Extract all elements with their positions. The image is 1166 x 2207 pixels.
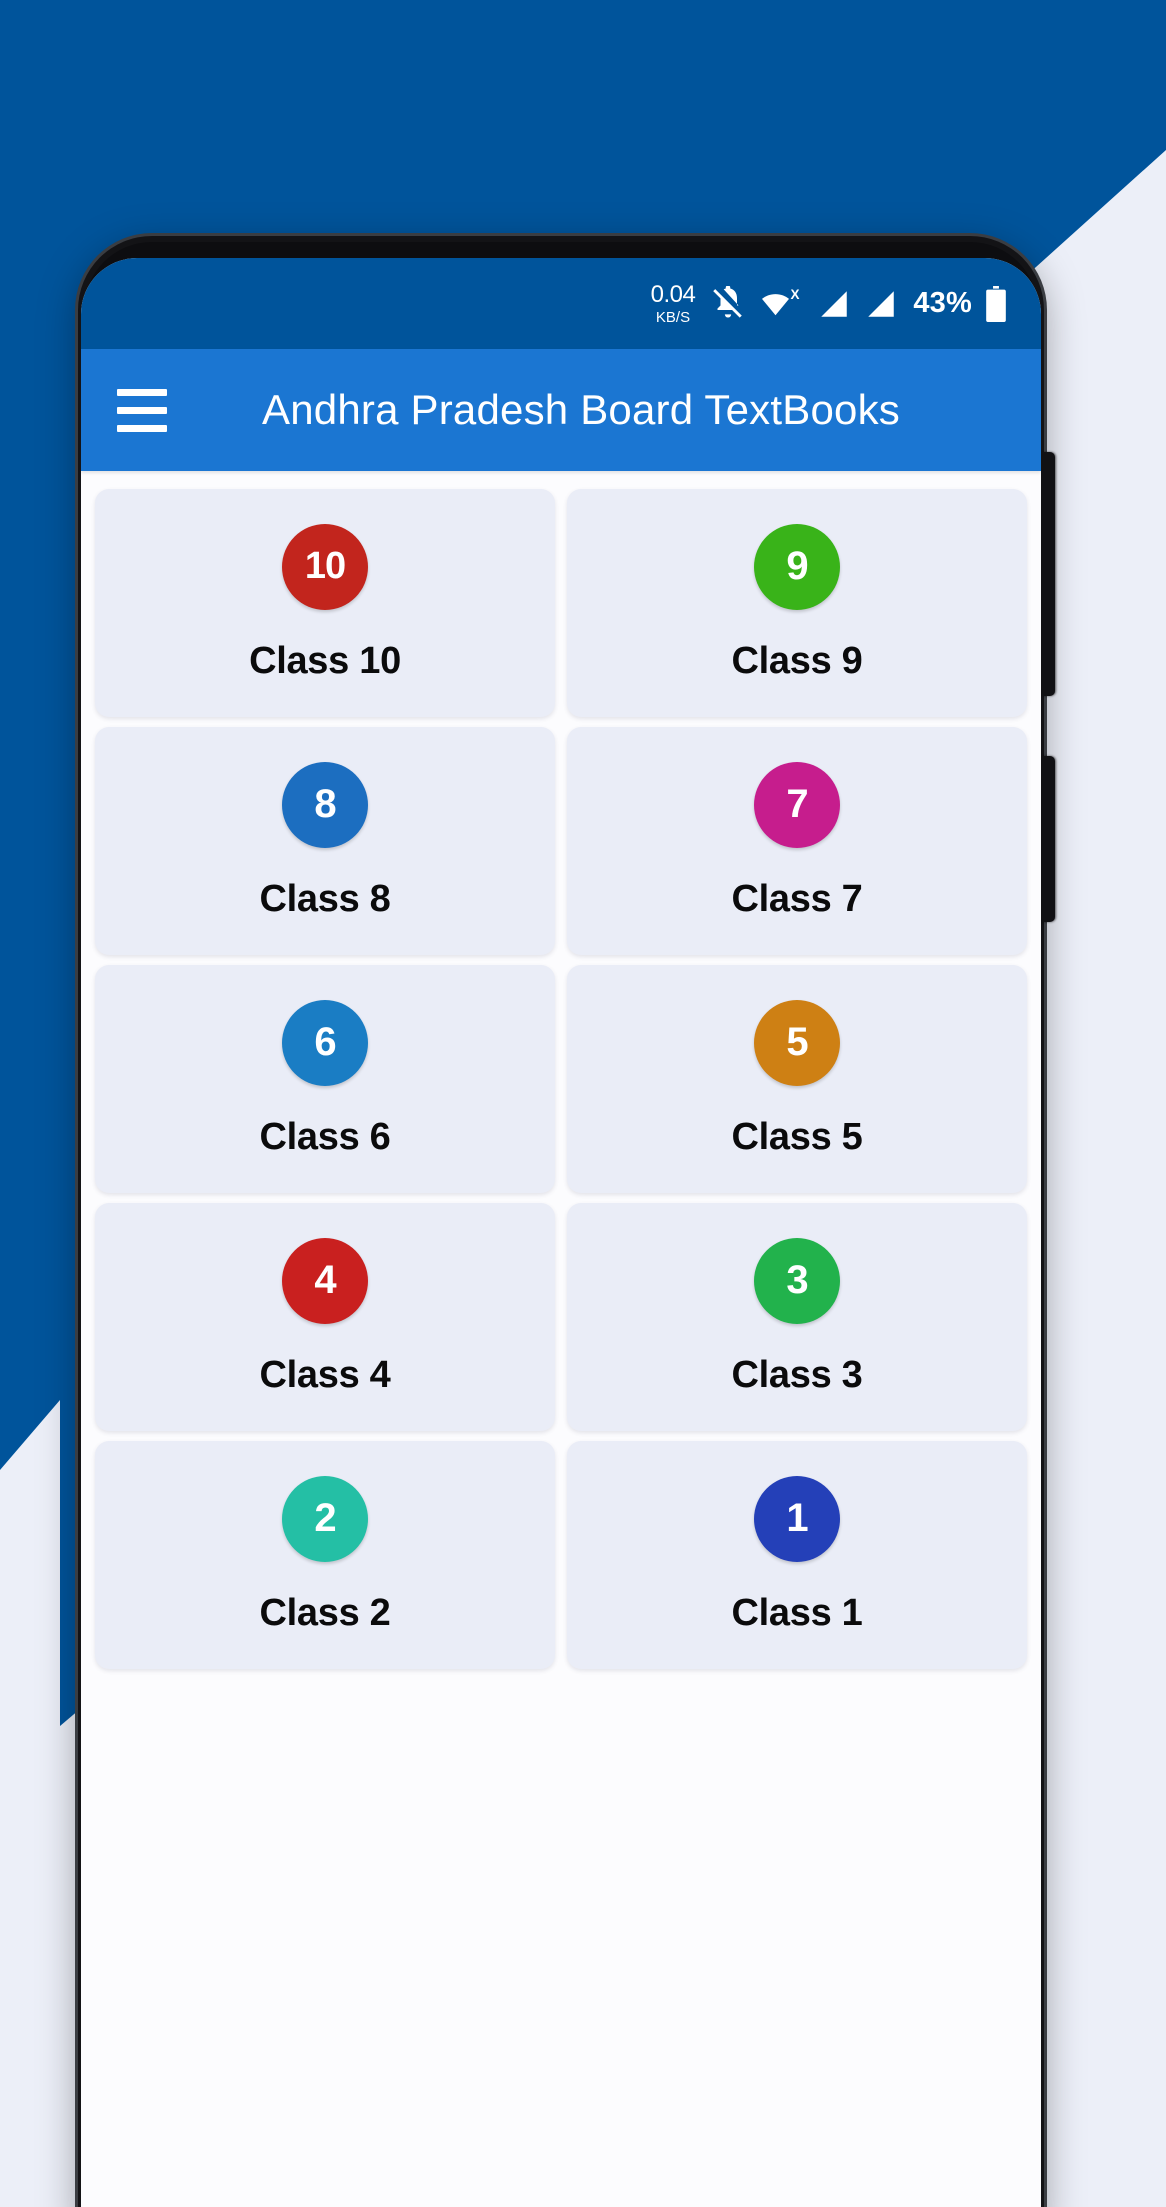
menu-bar-1 bbox=[117, 388, 167, 396]
status-bar: 0.04 KB/S X 43% bbox=[81, 258, 1041, 349]
network-speed-value: 0.04 bbox=[650, 280, 696, 308]
battery-percent-label: 43% bbox=[913, 287, 972, 319]
class-card-label: Class 5 bbox=[731, 1115, 863, 1158]
phone-screen: 0.04 KB/S X 43% Andhra Pradesh Board Tex… bbox=[81, 258, 1041, 2207]
bell-muted-icon bbox=[713, 285, 743, 318]
class-badge: 9 bbox=[754, 523, 840, 610]
class-card-label: Class 1 bbox=[731, 1591, 863, 1634]
class-badge: 6 bbox=[282, 999, 368, 1086]
class-card-6[interactable]: 6 Class 6 bbox=[95, 965, 555, 1193]
signal-bars-sim1-icon bbox=[821, 290, 848, 317]
class-badge: 5 bbox=[754, 999, 840, 1086]
class-card-label: Class 6 bbox=[259, 1115, 391, 1158]
network-speed-unit: KB/S bbox=[655, 308, 691, 326]
class-card-3[interactable]: 3 Class 3 bbox=[567, 1203, 1027, 1431]
class-card-label: Class 7 bbox=[731, 877, 863, 920]
class-card-2[interactable]: 2 Class 2 bbox=[95, 1441, 555, 1669]
hamburger-menu-icon[interactable] bbox=[117, 382, 177, 438]
class-grid: 10 Class 10 9 Class 9 8 Class 8 7 Class … bbox=[81, 471, 1041, 2207]
class-card-1[interactable]: 1 Class 1 bbox=[567, 1441, 1027, 1669]
menu-bar-2 bbox=[117, 406, 167, 414]
volume-rocker-button[interactable] bbox=[1042, 452, 1055, 696]
class-card-9[interactable]: 9 Class 9 bbox=[567, 489, 1027, 717]
class-card-label: Class 8 bbox=[259, 877, 391, 920]
class-card-label: Class 3 bbox=[731, 1353, 863, 1396]
class-badge: 4 bbox=[282, 1237, 368, 1324]
class-card-10[interactable]: 10 Class 10 bbox=[95, 489, 555, 717]
svg-text:X: X bbox=[791, 286, 800, 301]
class-card-label: Class 2 bbox=[259, 1591, 391, 1634]
battery-icon bbox=[986, 285, 1006, 322]
class-badge: 7 bbox=[754, 761, 840, 848]
class-badge: 8 bbox=[282, 761, 368, 848]
class-card-4[interactable]: 4 Class 4 bbox=[95, 1203, 555, 1431]
page-backdrop: 0.04 KB/S X 43% Andhra Pradesh Board Tex… bbox=[0, 0, 1166, 2207]
class-card-8[interactable]: 8 Class 8 bbox=[95, 727, 555, 955]
class-card-5[interactable]: 5 Class 5 bbox=[567, 965, 1027, 1193]
class-card-label: Class 10 bbox=[249, 639, 401, 682]
class-card-label: Class 9 bbox=[731, 639, 863, 682]
page-title: Andhra Pradesh Board TextBooks bbox=[262, 386, 900, 433]
class-card-label: Class 4 bbox=[259, 1353, 391, 1396]
menu-bar-3 bbox=[117, 424, 167, 432]
phone-mockup-frame: 0.04 KB/S X 43% Andhra Pradesh Board Tex… bbox=[78, 236, 1055, 2207]
class-badge: 2 bbox=[282, 1475, 368, 1562]
class-badge: 3 bbox=[754, 1237, 840, 1324]
wifi-no-internet-icon: X bbox=[762, 286, 800, 315]
class-badge: 1 bbox=[754, 1475, 840, 1562]
app-bar: Andhra Pradesh Board TextBooks bbox=[81, 349, 1041, 471]
power-button[interactable] bbox=[1042, 756, 1055, 922]
signal-bars-sim2-icon bbox=[868, 290, 895, 317]
network-speed-indicator: 0.04 KB/S bbox=[650, 280, 696, 326]
class-badge: 10 bbox=[282, 523, 368, 610]
class-card-7[interactable]: 7 Class 7 bbox=[567, 727, 1027, 955]
